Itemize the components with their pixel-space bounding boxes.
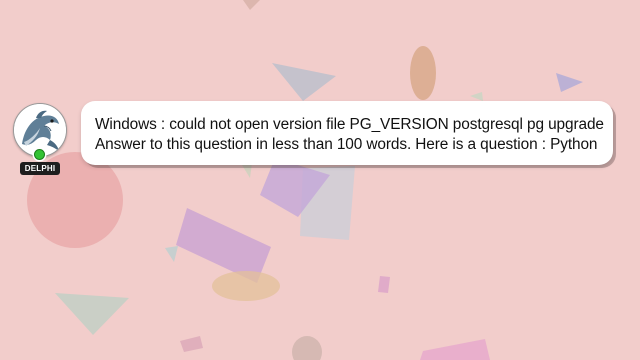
decorative-background (27, 0, 583, 360)
online-status-indicator (34, 149, 45, 160)
message-line-1: Windows : could not open version file PG… (95, 116, 604, 133)
message-bubble: Windows : could not open version file PG… (81, 101, 613, 165)
bot-name-label: DELPHI (20, 162, 60, 175)
bot-avatar-block[interactable]: DELPHI (13, 103, 67, 175)
message-line-2: Answer to this question in less than 100… (95, 136, 598, 153)
